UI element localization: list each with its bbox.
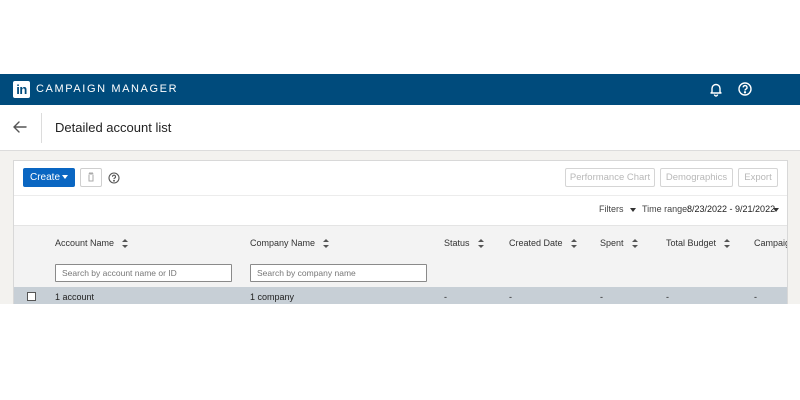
sort-icon xyxy=(323,239,330,249)
column-label: Created Date xyxy=(509,238,563,248)
export-button[interactable]: Export xyxy=(738,168,778,187)
summary-campaign: - xyxy=(754,292,757,302)
bell-icon[interactable] xyxy=(708,81,724,97)
app-title: CAMPAIGN MANAGER xyxy=(36,83,179,95)
top-navigation-bar: in CAMPAIGN MANAGER xyxy=(0,74,800,105)
time-range-value[interactable]: 8/23/2022 - 9/21/2022 xyxy=(687,204,775,214)
demographics-button[interactable]: Demographics xyxy=(660,168,733,187)
create-button-label: Create xyxy=(30,172,61,183)
account-list-card: Create Performance Chart Demographics Ex… xyxy=(13,160,788,304)
summary-status: - xyxy=(444,292,447,302)
column-label: Campaign xyxy=(754,238,787,248)
column-label: Account Name xyxy=(55,238,115,248)
page-header: Detailed account list xyxy=(0,105,800,151)
performance-chart-button[interactable]: Performance Chart xyxy=(565,168,655,187)
column-label: Company Name xyxy=(250,238,316,248)
sort-icon xyxy=(631,239,638,249)
table-header: Account Name Company Name Status Created… xyxy=(14,225,787,288)
column-label: Status xyxy=(444,238,470,248)
summary-company-count: 1 company xyxy=(250,292,295,302)
filters-label: Filters xyxy=(599,204,624,214)
column-header-company-name[interactable]: Company Name xyxy=(250,238,330,249)
caret-down-icon[interactable] xyxy=(773,208,779,212)
toolbar: Create Performance Chart Demographics Ex… xyxy=(14,161,787,196)
create-button[interactable]: Create xyxy=(23,168,75,187)
column-label: Spent xyxy=(600,238,624,248)
caret-down-icon xyxy=(629,207,636,212)
help-icon[interactable] xyxy=(737,81,753,97)
filter-bar: Filters Time range: 8/23/2022 - 9/21/202… xyxy=(14,195,787,225)
summary-account-count: 1 account xyxy=(55,292,95,302)
trash-icon xyxy=(81,172,101,190)
page-title: Detailed account list xyxy=(55,120,172,135)
sort-icon xyxy=(122,239,129,249)
filters-dropdown[interactable]: Filters xyxy=(599,204,636,214)
column-header-campaign[interactable]: Campaign xyxy=(754,238,787,248)
linkedin-logo[interactable]: in xyxy=(13,81,30,98)
column-header-spent[interactable]: Spent xyxy=(600,238,638,249)
summary-created-date: - xyxy=(509,292,512,302)
header-divider xyxy=(41,113,42,143)
caret-down-icon xyxy=(62,175,68,179)
campaign-manager-app: in CAMPAIGN MANAGER Detailed account lis… xyxy=(0,74,800,304)
table-summary-row[interactable]: 1 account 1 company - - - - - xyxy=(14,287,787,304)
select-all-checkbox[interactable] xyxy=(27,292,36,301)
summary-spent: - xyxy=(600,292,603,302)
summary-total-budget: - xyxy=(666,292,669,302)
column-header-created-date[interactable]: Created Date xyxy=(509,238,577,249)
sort-icon xyxy=(724,239,731,249)
search-company-input[interactable] xyxy=(250,264,427,282)
column-label: Total Budget xyxy=(666,238,717,248)
column-header-status[interactable]: Status xyxy=(444,238,484,249)
column-header-total-budget[interactable]: Total Budget xyxy=(666,238,731,249)
column-header-account-name[interactable]: Account Name xyxy=(55,238,129,249)
arrow-left-icon[interactable] xyxy=(10,117,30,137)
sort-icon xyxy=(477,239,484,249)
help-icon[interactable] xyxy=(108,171,120,184)
search-account-input[interactable] xyxy=(55,264,232,282)
sort-icon xyxy=(570,239,577,249)
delete-button[interactable] xyxy=(80,168,102,187)
time-range-label: Time range: xyxy=(642,204,690,214)
